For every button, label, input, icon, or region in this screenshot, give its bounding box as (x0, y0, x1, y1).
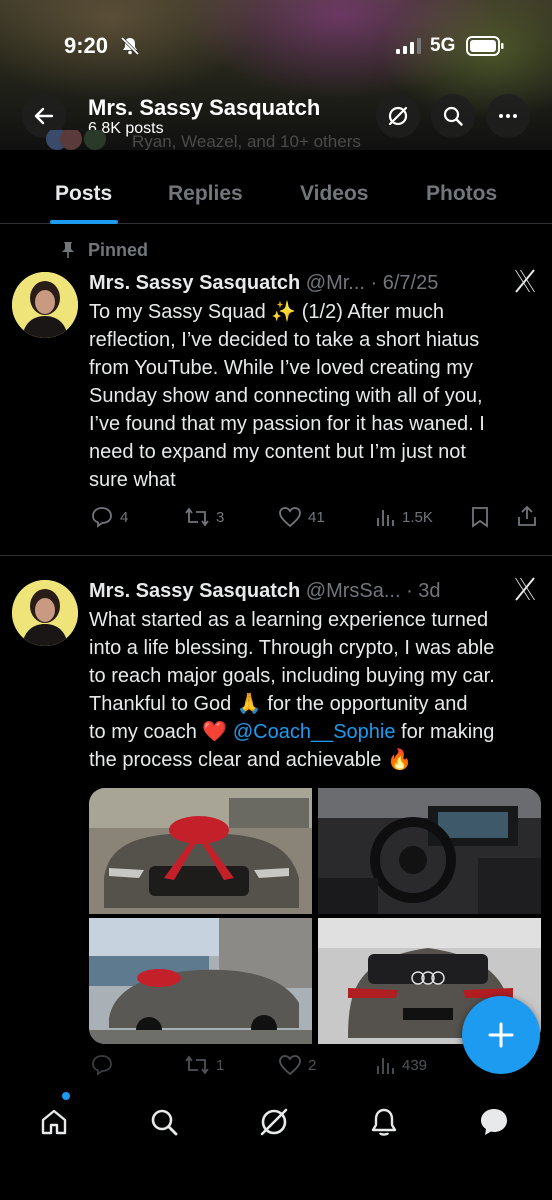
grok-icon (260, 1108, 288, 1136)
media-grid[interactable] (89, 788, 541, 1044)
handle-date[interactable]: @Mr... · 6/7/25 (306, 272, 439, 294)
repost-button[interactable]: 3 (184, 506, 224, 528)
mention-link[interactable]: @Coach__Sophie (233, 721, 396, 743)
tab-videos[interactable]: Videos (300, 182, 368, 206)
home-icon (41, 1109, 67, 1135)
repost-count: 3 (216, 508, 225, 526)
reply-icon (92, 1055, 112, 1076)
like-count: 2 (308, 1056, 317, 1074)
x-logo-icon (515, 269, 535, 293)
status-time: 9:20 (64, 33, 109, 58)
grok-icon (388, 106, 408, 126)
follower-avatar (84, 130, 106, 150)
avatar[interactable] (12, 580, 78, 646)
profile-name: Mrs. Sassy Sasquatch (88, 95, 321, 120)
pin-icon (62, 242, 74, 258)
views-button[interactable]: 439 (376, 1054, 427, 1076)
plus-icon (488, 1022, 514, 1048)
post-text: To my Sassy Squad ✨ (1/2) After much ref… (89, 298, 537, 494)
post-text-line: I’ve found that my passion for it has wa… (89, 413, 485, 435)
compose-button[interactable] (462, 996, 540, 1074)
post-text-line: from YouTube. While I’ve loved creating … (89, 357, 473, 379)
heart-icon (279, 1055, 301, 1076)
nav-notifications[interactable] (366, 1104, 402, 1140)
author-name[interactable]: Mrs. Sassy Sasquatch (89, 272, 300, 294)
nav-grok[interactable] (256, 1104, 292, 1140)
more-icon (499, 114, 517, 118)
followers-text: Ryan, Weazel, and 10+ others (132, 132, 361, 151)
views-count: 1.5K (402, 508, 433, 526)
chat-bubble-icon (481, 1109, 507, 1135)
repost-button[interactable]: 1 (184, 1054, 224, 1076)
photo-car-interior[interactable] (318, 788, 541, 914)
repost-icon (185, 507, 209, 527)
post-text-line: Thankful to God 🙏 for the opportunity an… (89, 693, 468, 715)
like-button[interactable]: 2 (278, 1054, 316, 1076)
active-tab-indicator (50, 220, 118, 224)
views-icon (377, 510, 394, 526)
home-notification-dot (62, 1092, 70, 1100)
post-text-line: To my Sassy Squad ✨ (1/2) After much (89, 301, 445, 323)
post-text-line: Sunday show and connecting with all of y… (89, 385, 483, 407)
reply-button[interactable]: 4 (90, 506, 128, 528)
follower-avatar (60, 130, 82, 150)
pinned-label: Pinned (88, 240, 149, 260)
search-icon (443, 106, 463, 126)
post-header: Mrs. Sassy Sasquatch @MrsSa... · 3d (89, 580, 441, 603)
post-text: What started as a learning experience tu… (89, 606, 537, 774)
post-text-line: to reach major goals, including buying m… (89, 665, 495, 687)
share-icon[interactable] (516, 505, 538, 527)
x-logo-icon (515, 577, 535, 601)
reply-count: 4 (120, 508, 129, 526)
views-icon (377, 1058, 394, 1074)
author-name[interactable]: Mrs. Sassy Sasquatch (89, 580, 300, 602)
network-type: 5G (430, 35, 456, 56)
photo-car-side-bow[interactable] (89, 918, 312, 1044)
tab-posts[interactable]: Posts (55, 182, 112, 206)
repost-count: 1 (216, 1056, 225, 1074)
heart-icon (279, 507, 301, 528)
views-button[interactable]: 1.5K (376, 506, 433, 528)
bell-icon (371, 1108, 397, 1136)
views-count: 439 (402, 1056, 428, 1074)
nav-home[interactable] (36, 1104, 72, 1140)
tab-replies[interactable]: Replies (168, 182, 243, 206)
post-text-line: to my coach ❤️ @Coach__Sophie for making (89, 718, 537, 746)
photo-car-front-bow[interactable] (89, 788, 312, 914)
reply-button[interactable] (90, 1054, 120, 1076)
post-text-line: into a life blessing. Through crypto, I … (89, 637, 495, 659)
profile-tabs: Posts Replies Videos Photos (0, 150, 552, 224)
battery-icon (466, 36, 504, 56)
search-icon (151, 1109, 178, 1136)
bookmark-icon[interactable] (470, 506, 490, 528)
post-text-fragment: to my coach ❤️ (89, 721, 233, 743)
like-count: 41 (308, 508, 325, 526)
post-text-line: sure what (89, 469, 176, 491)
reply-icon (92, 507, 112, 528)
post-text-line: What started as a learning experience tu… (89, 609, 489, 631)
post-text-line: the process clear and achievable 🔥 (89, 749, 412, 771)
nav-messages[interactable] (476, 1104, 512, 1140)
repost-icon (185, 1055, 209, 1075)
nav-search[interactable] (146, 1104, 182, 1140)
post-text-line: need to expand my content but I’m just n… (89, 441, 466, 463)
post-text-line: reflection, I’ve decided to take a short… (89, 329, 480, 351)
signal-icon (396, 38, 421, 54)
mute-bell-icon (120, 36, 140, 56)
back-arrow-icon (34, 107, 54, 125)
avatar[interactable] (12, 272, 78, 338)
post-header: Mrs. Sassy Sasquatch @Mr... · 6/7/25 (89, 272, 438, 295)
like-button[interactable]: 41 (278, 506, 325, 528)
status-bar: 9:20 5G (0, 0, 552, 90)
handle-date[interactable]: @MrsSa... · 3d (306, 580, 441, 602)
tab-photos[interactable]: Photos (426, 182, 497, 206)
post-divider (0, 555, 552, 556)
post-text-fragment: for making (395, 721, 495, 743)
followers-peek: Ryan, Weazel, and 10+ others (0, 130, 552, 152)
bottom-navigation (0, 1080, 552, 1200)
